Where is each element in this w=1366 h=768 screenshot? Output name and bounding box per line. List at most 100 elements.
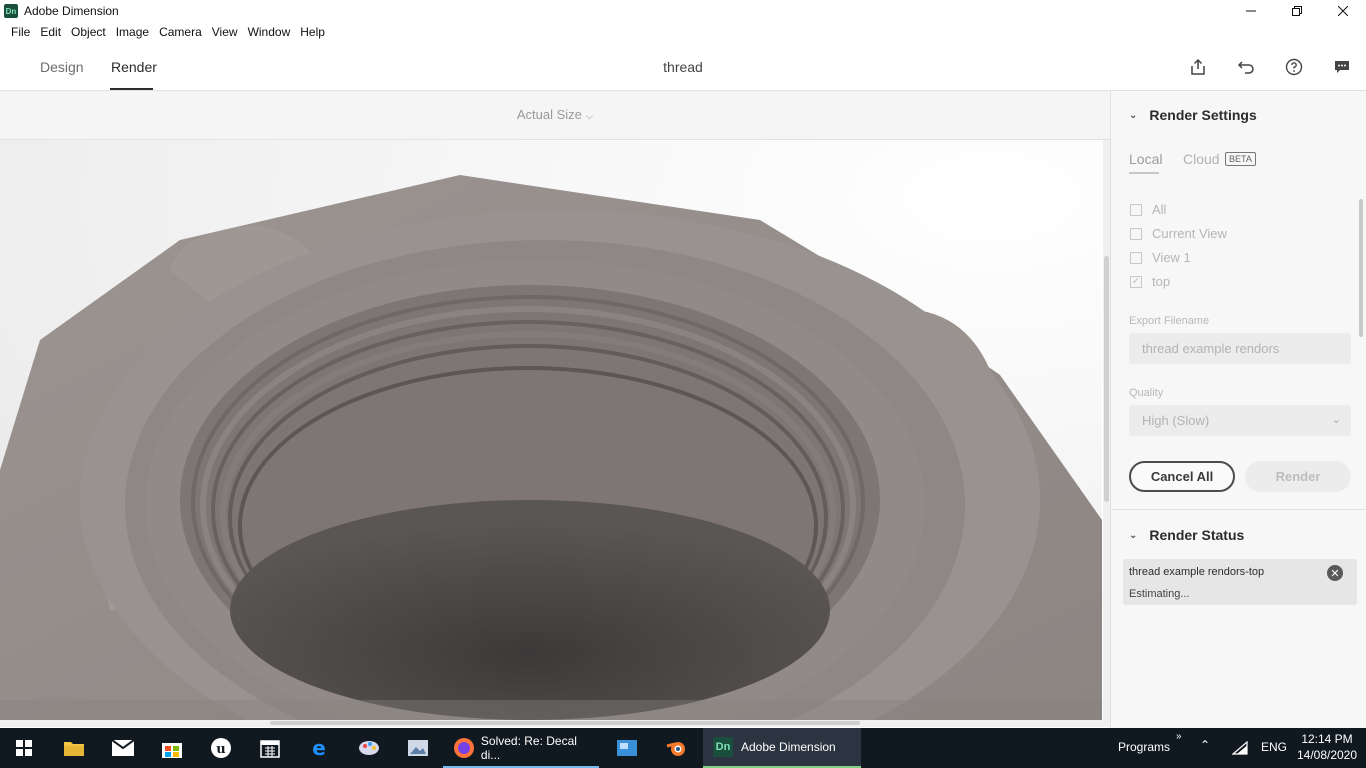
vertical-scroll-thumb[interactable] — [1104, 256, 1109, 502]
chevron-down-icon: ⌄ — [1331, 414, 1341, 426]
close-icon: ✕ — [1330, 567, 1340, 580]
export-filename-input[interactable]: thread example rendors — [1129, 333, 1351, 364]
window-title: Adobe Dimension — [24, 4, 119, 18]
taskbar-file-explorer[interactable] — [50, 728, 98, 768]
minimize-icon — [1246, 10, 1256, 12]
checkbox[interactable] — [1130, 227, 1142, 240]
clock-time: 12:14 PM — [1301, 732, 1353, 746]
chevron-down-icon: ⌄ — [1129, 529, 1138, 541]
taskbar-blender[interactable] — [652, 728, 700, 768]
horizontal-scroll-thumb[interactable] — [270, 721, 860, 725]
zoom-dropdown[interactable]: Actual Size ⌵ — [0, 107, 1110, 122]
menu-image[interactable]: Image — [111, 25, 154, 39]
chevron-down-icon: ⌄ — [1129, 109, 1138, 121]
view-label: Current View — [1152, 226, 1227, 241]
menu-file[interactable]: File — [6, 25, 35, 39]
zoom-label: Actual Size — [516, 107, 582, 122]
cancel-job-button[interactable]: ✕ — [1327, 565, 1343, 581]
render-settings-title: Render Settings — [1149, 107, 1257, 123]
close-icon — [1338, 6, 1348, 16]
view-checkbox-view-1[interactable]: View 1 — [1130, 250, 1191, 265]
canvas-vertical-scrollbar[interactable] — [1103, 140, 1110, 720]
taskbar-photos[interactable] — [394, 728, 442, 768]
firefox-window-title: Solved: Re: Decal di... — [480, 734, 577, 762]
view-label: top — [1152, 274, 1171, 289]
feedback-button[interactable] — [1331, 56, 1353, 78]
restore-icon — [1292, 6, 1302, 16]
tab-render[interactable]: Render — [111, 59, 157, 75]
minimize-button[interactable] — [1228, 0, 1274, 22]
share-button[interactable] — [1187, 56, 1209, 78]
show-hidden-icons-icon[interactable]: ⌃ — [1200, 738, 1210, 752]
menu-object[interactable]: Object — [66, 25, 111, 39]
menu-help[interactable]: Help — [295, 25, 330, 39]
help-icon — [1285, 58, 1303, 76]
control-panel-icon — [617, 740, 637, 756]
view-checkbox-all[interactable]: All — [1130, 202, 1166, 217]
render-canvas[interactable] — [0, 140, 1102, 720]
app-header: Design Render thread — [0, 42, 1366, 91]
view-label: View 1 — [1152, 250, 1191, 265]
taskbar-firefox-window[interactable]: Solved: Re: Decal di... — [443, 728, 599, 768]
tab-local[interactable]: Local — [1129, 151, 1162, 167]
dimension-app-icon: Dn — [4, 4, 18, 18]
programs-toolbar[interactable]: Programs — [1118, 740, 1170, 754]
close-button[interactable] — [1320, 0, 1366, 22]
section-divider — [1111, 509, 1366, 510]
taskbar-unreal-engine[interactable]: u — [197, 728, 245, 768]
share-icon — [1191, 58, 1205, 75]
view-checkbox-current-view[interactable]: Current View — [1130, 226, 1227, 241]
render-button[interactable]: Render — [1245, 461, 1351, 492]
menu-edit[interactable]: Edit — [35, 25, 66, 39]
svg-text:u: u — [216, 742, 225, 757]
cancel-all-button[interactable]: Cancel All — [1129, 461, 1235, 492]
render-status-title: Render Status — [1149, 527, 1245, 543]
taskbar-edge[interactable]: e — [295, 728, 343, 768]
taskbar-control-panel[interactable] — [603, 728, 651, 768]
store-icon — [162, 743, 182, 758]
menu-view[interactable]: View — [207, 25, 243, 39]
undo-icon — [1237, 61, 1254, 74]
taskbar-mail[interactable] — [99, 728, 147, 768]
tab-design[interactable]: Design — [40, 59, 84, 75]
start-button[interactable] — [0, 728, 48, 768]
render-panel: ⌄ Render Settings Local Cloud BETA All C… — [1110, 91, 1366, 728]
taskbar-store[interactable] — [148, 728, 196, 768]
menu-window[interactable]: Window — [243, 25, 296, 39]
tab-cloud[interactable]: Cloud — [1183, 151, 1220, 167]
canvas-horizontal-scrollbar[interactable] — [0, 720, 1110, 727]
paint-icon — [359, 741, 379, 755]
restore-button[interactable] — [1274, 0, 1320, 22]
dimension-window-title: Adobe Dimension — [741, 740, 836, 754]
render-settings-header[interactable]: ⌄ Render Settings — [1129, 107, 1257, 123]
view-checkbox-top[interactable]: ✓ top — [1130, 274, 1170, 289]
chevron-down-icon: ⌵ — [585, 111, 594, 122]
windows-start-icon — [16, 740, 32, 756]
language-indicator[interactable]: ENG — [1261, 740, 1287, 754]
toolbar-expand-icon[interactable]: » — [1176, 731, 1182, 742]
checkbox[interactable] — [1130, 203, 1142, 216]
render-status-header[interactable]: ⌄ Render Status — [1129, 527, 1244, 543]
render-job-status: Estimating... — [1129, 588, 1190, 600]
checkbox[interactable] — [1130, 251, 1142, 264]
panel-scrollbar[interactable] — [1359, 199, 1363, 337]
checkbox-checked[interactable]: ✓ — [1130, 275, 1142, 288]
taskbar-paint[interactable] — [345, 728, 393, 768]
feedback-icon — [1335, 61, 1349, 73]
help-button[interactable] — [1283, 56, 1305, 78]
network-icon[interactable] — [1232, 741, 1248, 755]
taskbar-dimension-window[interactable]: Dn Adobe Dimension — [703, 728, 861, 768]
menu-camera[interactable]: Camera — [154, 25, 207, 39]
quality-label: Quality — [1129, 387, 1164, 399]
beta-badge: BETA — [1225, 152, 1256, 166]
taskbar-calendar[interactable] — [246, 728, 294, 768]
dimension-icon: Dn — [713, 737, 733, 757]
clock[interactable]: 12:14 PM 14/08/2020 — [1296, 731, 1358, 763]
view-label: All — [1152, 202, 1167, 217]
unreal-engine-icon: u — [211, 738, 231, 758]
quality-value: High (Slow) — [1142, 413, 1210, 428]
undo-button[interactable] — [1235, 56, 1257, 78]
blender-icon — [666, 742, 685, 756]
mail-icon — [112, 740, 134, 756]
quality-dropdown[interactable]: High (Slow) ⌄ — [1129, 405, 1351, 436]
